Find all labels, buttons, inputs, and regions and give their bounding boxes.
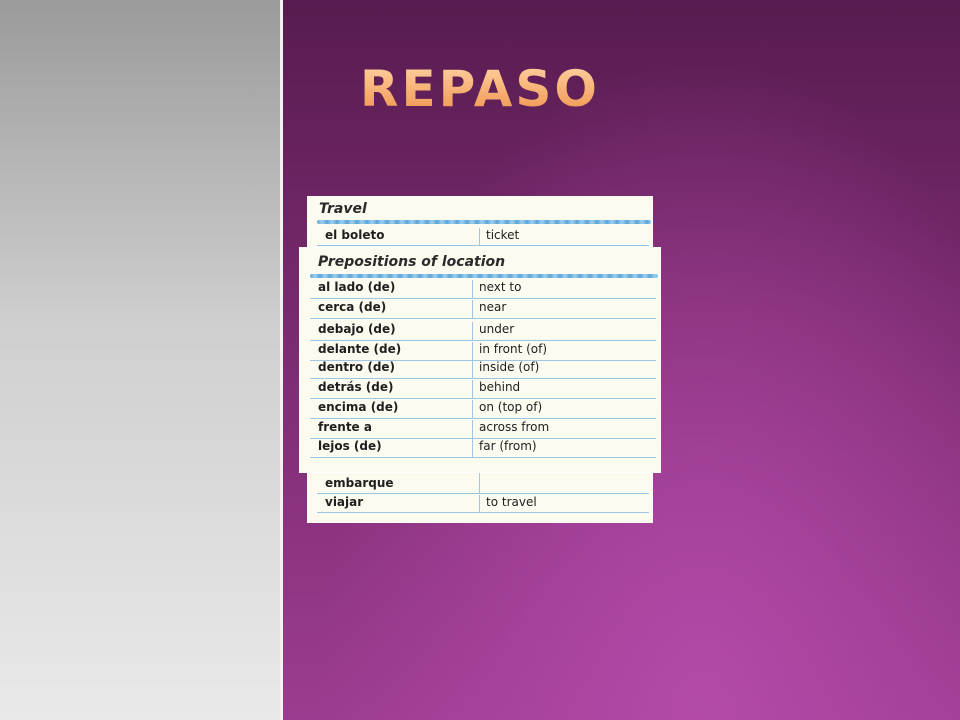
term-cell: lejos (de)	[318, 439, 382, 453]
term-cell: al lado (de)	[318, 280, 396, 294]
table-row: lejos (de) far (from)	[310, 439, 656, 458]
term-cell: dentro (de)	[318, 360, 396, 374]
table-row: detrás (de) behind	[310, 380, 656, 399]
left-gray-panel	[0, 0, 280, 720]
table-row: debajo (de) under	[310, 322, 656, 341]
table-row: el boleto ticket	[317, 228, 649, 246]
table-row: al lado (de) next to	[310, 280, 656, 299]
meaning-cell	[479, 476, 649, 493]
meaning-cell: on (top of)	[472, 400, 656, 418]
table-row: encima (de) on (top of)	[310, 400, 656, 419]
meaning-cell: far (from)	[472, 439, 656, 457]
meaning-cell: to travel	[479, 495, 649, 512]
term-cell: viajar	[325, 495, 364, 509]
term-cell: frente a	[318, 420, 372, 434]
term-cell: delante (de)	[318, 342, 402, 356]
heading-underline	[310, 274, 658, 278]
meaning-cell: across from	[472, 420, 656, 438]
table-row: viajar to travel	[317, 495, 649, 513]
term-cell: el boleto	[325, 228, 385, 242]
table-row: dentro (de) inside (of)	[310, 360, 656, 379]
meaning-cell: ticket	[479, 228, 649, 245]
meaning-cell: behind	[472, 380, 656, 398]
term-cell: detrás (de)	[318, 380, 394, 394]
meaning-cell: under	[472, 322, 656, 340]
meaning-cell: in front (of)	[472, 342, 656, 360]
slide-title: REPASO	[360, 60, 600, 118]
table-row: frente a across from	[310, 420, 656, 439]
heading-underline	[317, 220, 651, 224]
table-row: embarque	[317, 476, 649, 494]
meaning-cell: inside (of)	[472, 360, 656, 378]
meaning-cell: near	[472, 300, 656, 318]
travel-card-heading: Travel	[319, 201, 367, 217]
term-cell: cerca (de)	[318, 300, 387, 314]
prepositions-card-heading: Prepositions of location	[318, 254, 506, 270]
travel-card-header: Travel	[307, 196, 653, 226]
table-row: delante (de) in front (of)	[310, 342, 656, 361]
term-cell: debajo (de)	[318, 322, 396, 336]
table-row: cerca (de) near	[310, 300, 656, 319]
prepositions-card-header: Prepositions of location	[300, 248, 660, 278]
prepositions-vocab-card: Prepositions of location al lado (de) ne…	[300, 248, 660, 472]
meaning-cell: next to	[472, 280, 656, 298]
term-cell: encima (de)	[318, 400, 399, 414]
term-cell: embarque	[325, 476, 394, 490]
